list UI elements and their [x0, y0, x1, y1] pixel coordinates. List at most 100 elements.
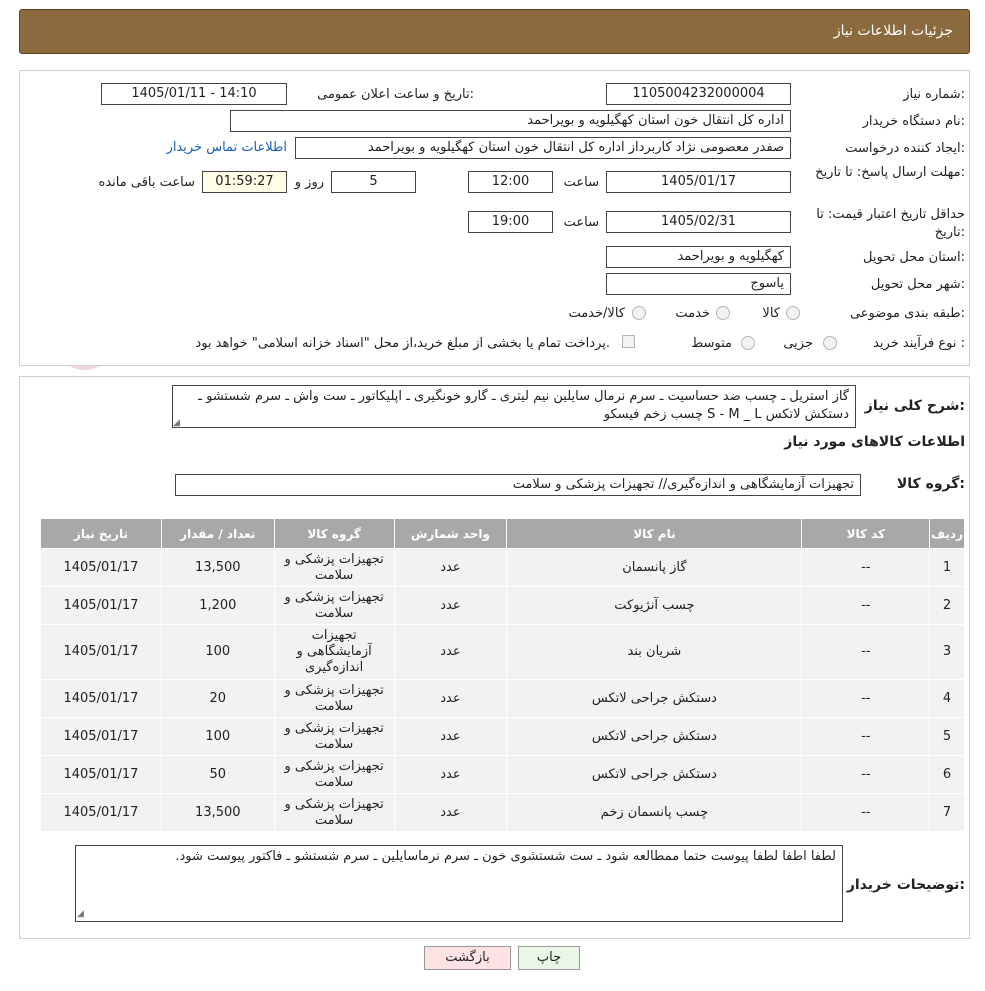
cell-name: دستکش جراحی لاتکس [506, 679, 803, 718]
summary-label: شرح کلی نیاز: [864, 398, 965, 414]
cell-date: 1405/01/17 [40, 793, 162, 832]
province-field: کهگیلویه و بویراحمد [606, 246, 791, 268]
summary-textarea[interactable]: گاز استریل ـ چسب ضد حساسیت ـ سرم نرمال س… [172, 385, 856, 428]
cell-code: -- [801, 548, 931, 587]
col-code-header: کد کالا [801, 518, 931, 549]
validity-label: حداقل تاریخ اعتبار قیمت: تا تاریخ: [816, 207, 965, 240]
cell-name: شریان بند [506, 624, 803, 680]
category-goods-radio[interactable] [786, 306, 800, 320]
cell-group: تجهیزات آزمایشگاهی و اندازه‌گیری [273, 624, 395, 680]
cell-name: چسب آنژیوکت [506, 586, 803, 625]
days-field: 5 [331, 171, 416, 193]
treasury-payment-note: پرداخت تمام یا بخشی از مبلغ خرید،از محل … [195, 336, 610, 351]
cell-date: 1405/01/17 [40, 679, 162, 718]
deadline-label: مهلت ارسال پاسخ: تا تاریخ: [815, 165, 965, 180]
cell-date: 1405/01/17 [40, 755, 162, 794]
resize-handle-icon[interactable]: ◢ [77, 909, 84, 919]
cell-code: -- [801, 793, 931, 832]
treasury-payment-checkbox[interactable] [622, 335, 635, 348]
category-service-radio[interactable] [716, 306, 730, 320]
cell-unit: عدد [393, 793, 508, 832]
deadline-time-label: ساعت [563, 175, 599, 190]
requester-label: ایجاد کننده درخواست: [845, 141, 965, 156]
cell-row: 3 [929, 624, 965, 680]
col-date-header: تاریخ نیاز [40, 518, 162, 549]
remaining-time-field: 01:59:27 [202, 171, 287, 193]
col-row-header: ردیف [929, 518, 965, 549]
cell-group: تجهیزات پزشکی و سلامت [273, 717, 395, 756]
cell-unit: عدد [393, 548, 508, 587]
cell-unit: عدد [393, 586, 508, 625]
cell-group: تجهیزات پزشکی و سلامت [273, 586, 395, 625]
cell-name: چسب پانسمان زخم [506, 793, 803, 832]
category-goods-label: کالا [762, 306, 780, 321]
col-unit-header: واحد شمارش [393, 518, 508, 549]
deadline-time-field: 12:00 [468, 171, 553, 193]
col-name-header: نام کالا [506, 518, 803, 549]
table-row: 7 -- چسب پانسمان زخم عدد تجهیزات پزشکی و… [40, 793, 965, 832]
city-label: شهر محل تحویل: [870, 277, 965, 292]
cell-unit: عدد [393, 755, 508, 794]
cell-group: تجهیزات پزشکی و سلامت [273, 755, 395, 794]
buyer-org-label: نام دستگاه خریدار: [862, 114, 965, 129]
announce-field: 1405/01/11 - 14:10 [101, 83, 287, 105]
cell-date: 1405/01/17 [40, 586, 162, 625]
page-title: جزئیات اطلاعات نیاز [833, 23, 953, 39]
cell-date: 1405/01/17 [40, 624, 162, 680]
goods-section-title: اطلاعات کالاهای مورد نیاز [784, 434, 965, 450]
requester-field: صفدر معصومی نژاد کاربرداز اداره کل انتقا… [295, 137, 791, 159]
cell-qty: 100 [160, 624, 275, 680]
cell-row: 1 [929, 548, 965, 587]
buyer-contact-link[interactable]: اطلاعات تماس خریدار [167, 140, 287, 155]
category-goods-service-label: کالا/خدمت [568, 306, 625, 321]
category-service-label: خدمت [675, 306, 710, 321]
col-qty-header: تعداد / مقدار [160, 518, 275, 549]
cell-row: 7 [929, 793, 965, 832]
table-row: 4 -- دستکش جراحی لاتکس عدد تجهیزات پزشکی… [40, 679, 965, 718]
deadline-date-field: 1405/01/17 [606, 171, 791, 193]
col-group-header: گروه کالا [273, 518, 395, 549]
cell-qty: 13,500 [160, 793, 275, 832]
table-row: 1 -- گاز پانسمان عدد تجهیزات پزشکی و سلا… [40, 548, 965, 587]
cell-qty: 100 [160, 717, 275, 756]
cell-row: 5 [929, 717, 965, 756]
cell-group: تجهیزات پزشکی و سلامت [273, 548, 395, 587]
process-minor-label: جزیی [783, 336, 813, 351]
process-minor-radio[interactable] [823, 336, 837, 350]
process-medium-radio[interactable] [741, 336, 755, 350]
cell-group: تجهیزات پزشکی و سلامت [273, 793, 395, 832]
cell-qty: 13,500 [160, 548, 275, 587]
table-row: 6 -- دستکش جراحی لاتکس عدد تجهیزات پزشکی… [40, 755, 965, 794]
announce-label: تاریخ و ساعت اعلان عمومی: [317, 87, 474, 102]
cell-code: -- [801, 679, 931, 718]
need-number-label: شماره نیاز: [903, 87, 965, 102]
cell-qty: 20 [160, 679, 275, 718]
buyer-notes-label: توضیحات خریدار: [846, 877, 965, 893]
validity-time-label: ساعت [563, 215, 599, 230]
back-button[interactable]: بازگشت [424, 946, 511, 970]
validity-time-field: 19:00 [468, 211, 553, 233]
city-field: یاسوج [606, 273, 791, 295]
buyer-org-field: اداره کل انتقال خون استان کهگیلویه و بوی… [230, 110, 791, 132]
items-table: ردیف کد کالا نام کالا واحد شمارش گروه کا… [40, 518, 965, 832]
cell-name: دستکش جراحی لاتکس [506, 755, 803, 794]
validity-date-field: 1405/02/31 [606, 211, 791, 233]
resize-handle-icon[interactable]: ◢ [173, 418, 180, 428]
buyer-notes-textarea[interactable]: لطفا اطفا لطفا پیوست حتما ممطالعه شود ـ … [75, 845, 843, 922]
process-medium-label: متوسط [691, 336, 732, 351]
table-row: 2 -- چسب آنژیوکت عدد تجهیزات پزشکی و سلا… [40, 586, 965, 625]
cell-row: 4 [929, 679, 965, 718]
cell-code: -- [801, 624, 931, 680]
table-row: 5 -- دستکش جراحی لاتکس عدد تجهیزات پزشکی… [40, 717, 965, 756]
cell-code: -- [801, 755, 931, 794]
days-label: روز و [294, 175, 324, 190]
cell-date: 1405/01/17 [40, 548, 162, 587]
cell-code: -- [801, 586, 931, 625]
print-button[interactable]: چاپ [518, 946, 580, 970]
cell-qty: 50 [160, 755, 275, 794]
cell-unit: عدد [393, 624, 508, 680]
cell-unit: عدد [393, 679, 508, 718]
category-goods-service-radio[interactable] [632, 306, 646, 320]
remaining-label: ساعت باقی مانده [98, 175, 195, 190]
cell-row: 6 [929, 755, 965, 794]
